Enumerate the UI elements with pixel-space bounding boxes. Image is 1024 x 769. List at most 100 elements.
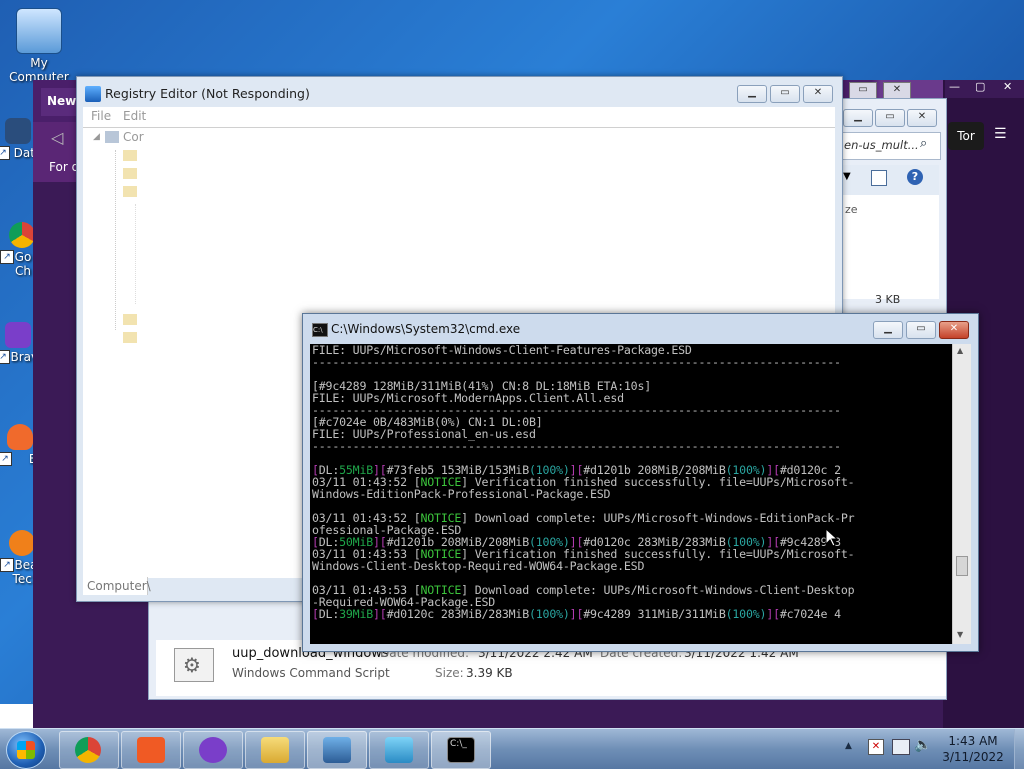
cmd-scrollbar[interactable]: ▲ ▼ bbox=[952, 344, 971, 644]
console-segment: Windows-Client-Desktop-Required-WOW64-Pa… bbox=[312, 559, 645, 573]
taskbar-brave[interactable] bbox=[121, 731, 181, 769]
scrollbar-thumb[interactable] bbox=[956, 556, 968, 576]
clock-date: 3/11/2022 bbox=[942, 750, 1004, 764]
console-segment: 39MiB bbox=[339, 607, 374, 621]
folder-icon bbox=[261, 737, 289, 763]
network-icon[interactable] bbox=[892, 739, 910, 755]
tree-root-label[interactable]: Cor bbox=[123, 130, 144, 144]
shortcut-arrow-icon: ↗ bbox=[0, 146, 10, 160]
search-input[interactable]: en-us_mult... bbox=[844, 138, 919, 152]
explorer-toolbar: ▼ ? bbox=[839, 165, 939, 195]
explorer-column-area: ze 3 KB bbox=[839, 195, 939, 306]
browser-tab-label: New bbox=[47, 94, 77, 108]
regedit-icon bbox=[85, 86, 101, 102]
preview-pane-icon[interactable] bbox=[871, 170, 887, 186]
app-icon bbox=[9, 530, 35, 556]
tree-guide bbox=[135, 204, 156, 304]
registry-maximize-button[interactable]: ▭ bbox=[770, 85, 800, 103]
clock[interactable]: 1:43 AM 3/11/2022 bbox=[940, 733, 1006, 765]
size-value: 3 KB bbox=[875, 293, 901, 306]
menu-edit[interactable]: Edit bbox=[123, 109, 146, 123]
shortcut-arrow-icon: ↗ bbox=[0, 558, 14, 572]
explorer-search-box[interactable]: en-us_mult... ⌕ bbox=[839, 132, 941, 160]
console-segment: ][ bbox=[373, 607, 387, 621]
cmd-window[interactable]: C:\ C:\Windows\System32\cmd.exe ▁ ▭ ✕ FI… bbox=[302, 313, 979, 652]
registry-minimize-button[interactable]: ▁ bbox=[737, 85, 767, 103]
maximize-icon[interactable]: ▢ bbox=[975, 80, 985, 93]
cmd-minimize-button[interactable]: ▁ bbox=[873, 321, 903, 339]
scroll-up-icon[interactable]: ▲ bbox=[957, 346, 963, 355]
gear-icon: ⚙ bbox=[183, 653, 201, 677]
show-hidden-icons[interactable]: ▲ bbox=[845, 741, 852, 751]
cmd-title: C:\Windows\System32\cmd.exe bbox=[331, 322, 521, 336]
mouse-cursor-icon bbox=[825, 528, 839, 547]
show-desktop-button[interactable] bbox=[1014, 729, 1024, 769]
console-line: [DL:39MiB][#d0120c 283MiB/283MiB(100%)][… bbox=[310, 608, 952, 620]
explorer-close-button[interactable]: ✕ bbox=[907, 109, 937, 127]
desktop-blank-panel bbox=[0, 704, 33, 728]
console-segment: ][ bbox=[766, 607, 780, 621]
data-icon bbox=[5, 118, 31, 144]
console-segment: DL: bbox=[318, 607, 340, 621]
registry-close-button[interactable]: ✕ bbox=[803, 85, 833, 103]
desktop-icon-my-computer[interactable]: My Computer bbox=[3, 8, 75, 84]
menu-file[interactable]: File bbox=[91, 109, 111, 123]
windows-logo-icon bbox=[17, 741, 35, 759]
tree-expand-icon[interactable]: ◢ bbox=[93, 132, 100, 142]
taskbar-chrome[interactable] bbox=[59, 731, 119, 769]
registry-status-bar: Computer\ bbox=[83, 577, 151, 595]
cubes-icon bbox=[385, 737, 413, 763]
menu-icon[interactable]: ☰ bbox=[994, 126, 1007, 142]
chevron-down-icon[interactable]: ▼ bbox=[843, 171, 851, 182]
cmd-icon: C:\_ bbox=[447, 737, 475, 763]
taskbar: C:\_ ▲ ✕ 🔈 1:43 AM 3/11/2022 bbox=[0, 728, 1024, 769]
start-button[interactable] bbox=[6, 731, 46, 769]
registry-title: Registry Editor (Not Responding) bbox=[105, 86, 310, 101]
action-center-icon[interactable]: ✕ bbox=[868, 739, 884, 755]
cmd-console-output[interactable]: FILE: UUPs/Microsoft-Windows-Client-Feat… bbox=[310, 344, 952, 644]
regedit-icon bbox=[323, 737, 351, 763]
console-segment: Windows-EditionPack-Professional-Package… bbox=[312, 487, 611, 501]
explorer-minimize-button[interactable]: ▁ bbox=[843, 109, 873, 127]
folder-icon bbox=[123, 332, 137, 343]
taskbar-cmd[interactable]: C:\_ bbox=[431, 731, 491, 769]
cmd-icon: C:\ bbox=[312, 323, 328, 337]
console-line: ----------------------------------------… bbox=[310, 356, 952, 368]
browser-caption: — ▢ ✕ bbox=[945, 80, 1024, 98]
size-column-header[interactable]: ze bbox=[845, 203, 858, 216]
console-segment: ][ bbox=[569, 607, 584, 621]
cmd-close-button[interactable]: ✕ bbox=[939, 321, 969, 339]
search-icon[interactable]: ⌕ bbox=[920, 136, 927, 151]
console-line: Windows-EditionPack-Professional-Package… bbox=[310, 488, 952, 500]
shortcut-arrow-icon: ↗ bbox=[0, 452, 12, 466]
brave-icon bbox=[5, 322, 31, 348]
taskbar-network[interactable] bbox=[369, 731, 429, 769]
script-file-icon: ⚙ bbox=[174, 648, 214, 682]
console-segment: #9c4289 311MiB/311MiB bbox=[583, 607, 726, 621]
folder-icon bbox=[123, 150, 137, 161]
taskbar-explorer[interactable] bbox=[245, 731, 305, 769]
taskbar-tor[interactable] bbox=[183, 731, 243, 769]
explorer-maximize-button[interactable]: ▭ bbox=[875, 109, 905, 127]
chrome-icon bbox=[9, 222, 35, 248]
console-line: Windows-Client-Desktop-Required-WOW64-Pa… bbox=[310, 560, 952, 572]
help-icon[interactable]: ? bbox=[907, 169, 923, 185]
tor-icon bbox=[199, 737, 227, 763]
scroll-down-icon[interactable]: ▼ bbox=[957, 630, 963, 639]
console-segment: ----------------------------------------… bbox=[312, 439, 841, 453]
console-segment: ] Download complete: UUPs/Microsoft-Wind… bbox=[461, 583, 855, 597]
tor-button-label: Tor bbox=[957, 129, 975, 143]
cmd-maximize-button[interactable]: ▭ bbox=[906, 321, 936, 339]
tor-button[interactable]: Tor bbox=[948, 122, 984, 150]
console-segment: #d0120c 283MiB/283MiB bbox=[386, 607, 530, 621]
close-icon[interactable]: ✕ bbox=[1003, 80, 1012, 93]
taskbar-regedit[interactable] bbox=[307, 731, 367, 769]
minimize-icon[interactable]: — bbox=[949, 80, 960, 93]
registry-title-bar[interactable]: Registry Editor (Not Responding) bbox=[77, 77, 842, 111]
volume-icon[interactable]: 🔈 bbox=[914, 737, 931, 753]
brave-icon bbox=[137, 737, 165, 763]
registry-menu-bar: File Edit bbox=[83, 107, 835, 127]
back-arrow-icon[interactable]: ◁ bbox=[51, 128, 63, 147]
folder-icon bbox=[123, 314, 137, 325]
console-segment: (100%) bbox=[725, 607, 767, 621]
